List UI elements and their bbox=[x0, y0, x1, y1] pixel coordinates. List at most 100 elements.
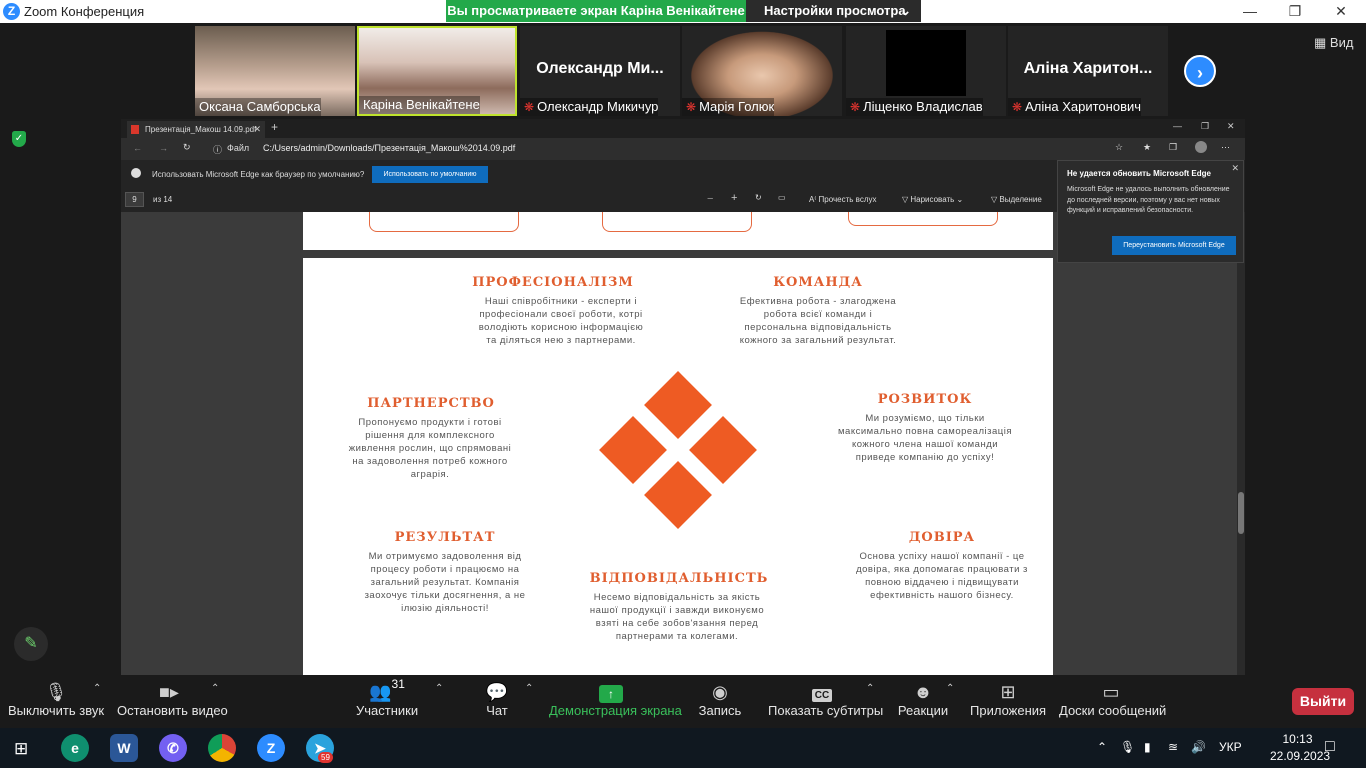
shield-icon[interactable]: ✓ bbox=[12, 131, 26, 147]
infobar-text: Использовать Microsoft Edge как браузер … bbox=[152, 170, 365, 179]
pencil-icon[interactable]: ✎ bbox=[14, 627, 48, 661]
slide-heading-development: РОЗВИТОК bbox=[877, 392, 973, 407]
windows-taskbar: ⊞ e W ✆ Z ➤ 59 ⌃ 🎙 ▮ ≊ 🔊 УКР 10:13 22.09… bbox=[0, 728, 1366, 768]
pdf-page-previous bbox=[303, 212, 1053, 250]
new-tab-icon[interactable]: + bbox=[271, 120, 278, 134]
tab-bar: Презентація_Макош 14.09.pdf ✕ + — ❐ ✕ bbox=[121, 119, 1245, 138]
speaker-icon[interactable]: 🔊 bbox=[1191, 740, 1206, 754]
next-page-arrow-icon[interactable]: › bbox=[1184, 55, 1216, 87]
edge-icon bbox=[131, 168, 141, 178]
chevron-up-icon[interactable]: ⌃ bbox=[866, 683, 874, 694]
language-indicator[interactable]: УКР bbox=[1219, 740, 1242, 754]
viber-icon[interactable]: ✆ bbox=[159, 734, 187, 762]
highlight-button[interactable]: ▽ Выделение bbox=[991, 195, 1042, 204]
participant-name: Марія Голюк bbox=[699, 99, 775, 114]
battery-icon[interactable]: ▮ bbox=[1144, 740, 1151, 754]
chevron-up-icon[interactable]: ⌃ bbox=[211, 683, 219, 694]
chrome-icon[interactable] bbox=[208, 734, 236, 762]
share-screen-button[interactable]: ↑ Демонстрация экрана bbox=[549, 675, 682, 728]
zoom-toolbar: 🎙 Выключить звук ⌃ ■▸ Остановить видео ⌃… bbox=[0, 675, 1366, 728]
participant-tile[interactable]: Олександр Ми... ❋ Олександр Микичур bbox=[520, 26, 680, 116]
edge-update-popup: Не удается обновить Microsoft Edge Micro… bbox=[1057, 160, 1244, 263]
zoom-out-icon[interactable]: − bbox=[707, 193, 713, 205]
wifi-icon[interactable]: ≊ bbox=[1168, 740, 1178, 754]
view-button[interactable]: ▦ Вид bbox=[1314, 35, 1353, 51]
page-number-input[interactable]: 9 bbox=[125, 192, 144, 207]
whiteboards-button[interactable]: ▭ Доски сообщений bbox=[1059, 675, 1166, 728]
captions-button[interactable]: CC Показать субтитры bbox=[768, 675, 883, 728]
chevron-up-icon[interactable]: ⌃ bbox=[93, 683, 101, 694]
participant-tile-active[interactable]: Каріна Венікайтене bbox=[357, 26, 517, 116]
apps-icon: ⊞ bbox=[1000, 682, 1016, 702]
diamond-shape bbox=[644, 371, 712, 439]
slide-heading-responsibility: ВІДПОВІДАЛЬНІСТЬ bbox=[589, 571, 769, 586]
clock[interactable]: 10:13 22.09.2023 bbox=[1270, 731, 1330, 765]
rotate-icon[interactable]: ↻ bbox=[755, 193, 762, 202]
participants-button[interactable]: 👥31 Участники bbox=[356, 675, 418, 728]
video-off-placeholder bbox=[886, 30, 966, 96]
chat-button[interactable]: 💬 Чат bbox=[476, 675, 518, 728]
minimize-icon[interactable]: — bbox=[1173, 121, 1182, 131]
record-button[interactable]: ◉ Запись bbox=[696, 675, 744, 728]
participant-tile[interactable]: ❋ Ліщенко Владислав bbox=[846, 26, 1006, 116]
reinstall-edge-button[interactable]: Переустановить Microsoft Edge bbox=[1112, 236, 1236, 255]
apps-button[interactable]: ⊞ Приложения bbox=[970, 675, 1046, 728]
address-prefix: Файл bbox=[227, 143, 250, 153]
word-icon[interactable]: W bbox=[110, 734, 138, 762]
close-icon[interactable]: ✕ bbox=[1231, 163, 1239, 174]
microphone-icon[interactable]: 🎙 bbox=[1120, 740, 1135, 754]
read-aloud-button[interactable]: A⁽ Прочесть вслух bbox=[809, 195, 877, 204]
url-field[interactable]: C:/Users/admin/Downloads/Презентація_Мак… bbox=[263, 143, 515, 153]
popup-text: Microsoft Edge не удалось выполнить обно… bbox=[1067, 186, 1230, 214]
chevron-up-icon[interactable]: ⌃ bbox=[1097, 740, 1107, 754]
zoom-app-icon[interactable]: Z bbox=[257, 734, 285, 762]
reactions-button[interactable]: ☻ Реакции bbox=[896, 675, 950, 728]
zoom-in-icon[interactable]: + bbox=[731, 192, 737, 204]
browser-tab[interactable]: Презентація_Макош 14.09.pdf ✕ bbox=[127, 121, 265, 138]
record-icon: ◉ bbox=[712, 682, 728, 702]
draw-button[interactable]: ▽ Нарисовать ⌄ bbox=[902, 195, 963, 204]
slide-box bbox=[848, 212, 998, 226]
forward-icon[interactable]: → bbox=[159, 143, 168, 153]
mute-button[interactable]: 🎙 Выключить звук bbox=[8, 675, 104, 728]
scrollbar-thumb[interactable] bbox=[1238, 492, 1244, 534]
profile-icon[interactable] bbox=[1195, 141, 1207, 153]
refresh-icon[interactable]: ↻ bbox=[183, 142, 191, 153]
participant-tile[interactable]: ❋ Марія Голюк bbox=[682, 26, 842, 116]
close-icon[interactable]: ✕ bbox=[253, 121, 261, 138]
tab-title: Презентація_Макош 14.09.pdf bbox=[145, 125, 257, 134]
telegram-badge: 59 bbox=[318, 752, 333, 763]
collections-icon[interactable]: ❐ bbox=[1169, 142, 1177, 153]
fit-page-icon[interactable]: ▭ bbox=[778, 193, 786, 202]
chevron-up-icon[interactable]: ⌃ bbox=[435, 683, 443, 694]
pdf-icon bbox=[131, 125, 139, 134]
slide-heading-team: КОМАНДА bbox=[773, 275, 863, 290]
close-icon[interactable]: ✕ bbox=[1227, 121, 1235, 132]
window-title: Zoom Конференция bbox=[24, 4, 145, 19]
stop-video-button[interactable]: ■▸ Остановить видео bbox=[117, 675, 228, 728]
favorites-icon[interactable]: ★ bbox=[1143, 142, 1151, 153]
chevron-up-icon[interactable]: ⌃ bbox=[946, 683, 954, 694]
notifications-icon[interactable]: □ bbox=[1325, 738, 1335, 756]
close-button[interactable]: ✕ bbox=[1331, 2, 1351, 20]
menu-icon[interactable]: ⋯ bbox=[1221, 142, 1230, 153]
maximize-button[interactable]: ❐ bbox=[1285, 2, 1305, 20]
minimize-button[interactable]: — bbox=[1240, 2, 1260, 20]
participant-name: Оксана Самборська bbox=[195, 98, 321, 116]
microphone-icon: 🎙 bbox=[44, 682, 68, 702]
maximize-icon[interactable]: ❐ bbox=[1201, 121, 1209, 132]
edge-browser-icon[interactable]: e bbox=[61, 734, 89, 762]
chevron-up-icon[interactable]: ⌃ bbox=[525, 683, 533, 694]
scrollbar[interactable] bbox=[1237, 212, 1245, 675]
set-default-button[interactable]: Использовать по умолчанию bbox=[372, 166, 488, 183]
participant-name: Ліщенко Владислав bbox=[863, 99, 983, 114]
slide-text-development: Ми розуміємо, що тільки максимально повн… bbox=[838, 413, 1012, 463]
leave-button[interactable]: Выйти bbox=[1292, 688, 1354, 715]
participant-tile[interactable]: Оксана Самборська bbox=[195, 26, 355, 116]
star-icon[interactable]: ☆ bbox=[1115, 142, 1123, 153]
windows-start-icon[interactable]: ⊞ bbox=[14, 739, 28, 759]
participant-tile[interactable]: Аліна Харитон... ❋ Аліна Харитонович bbox=[1008, 26, 1168, 116]
back-icon[interactable]: ← bbox=[133, 143, 142, 153]
view-options-dropdown[interactable]: Настройки просмотра ⌄ bbox=[746, 0, 921, 22]
whiteboard-icon: ▭ bbox=[1102, 682, 1120, 702]
